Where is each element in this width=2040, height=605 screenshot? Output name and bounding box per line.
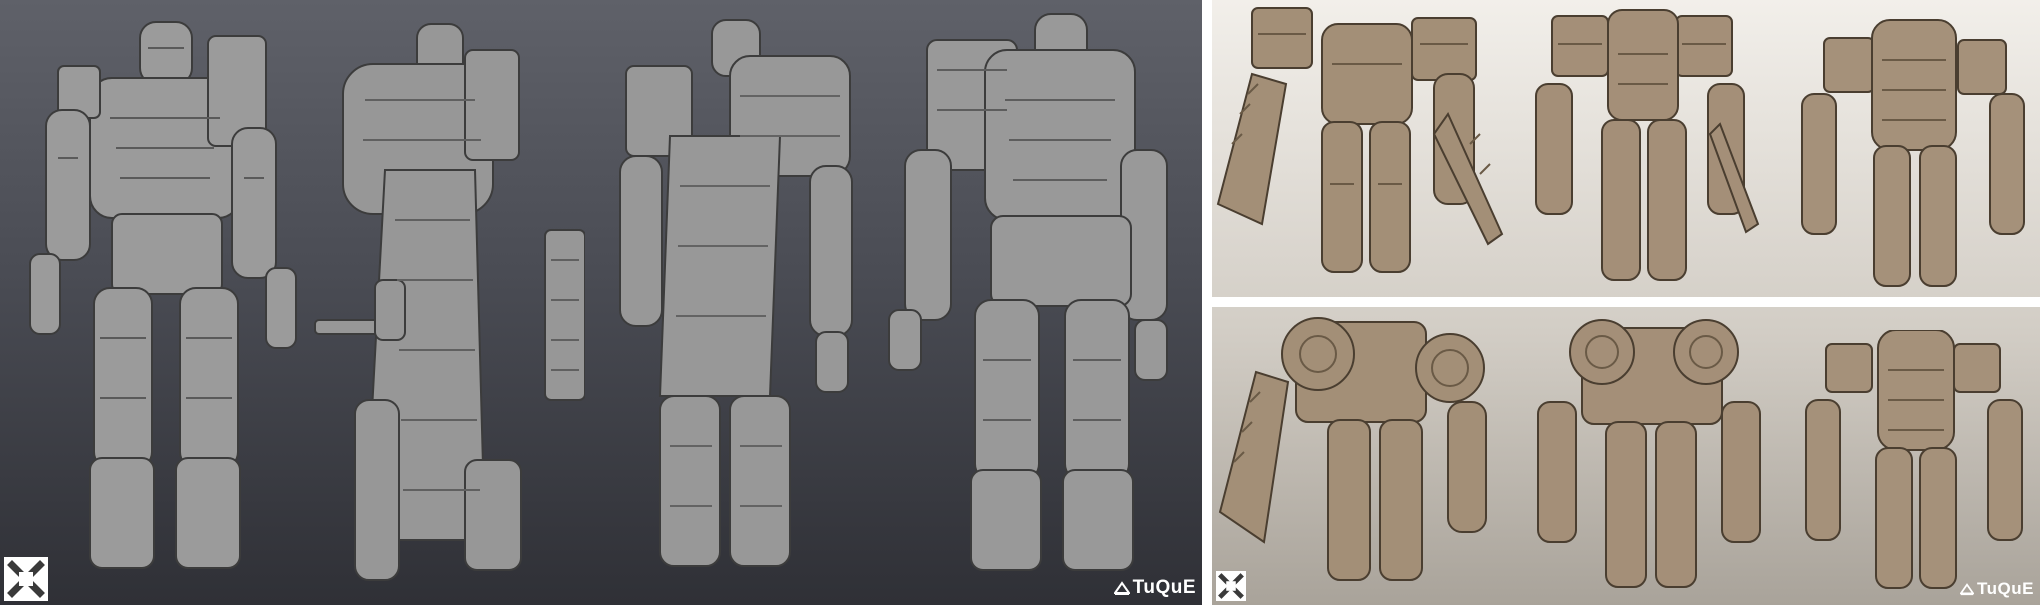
beige-variants-sheet: TuQuE [1212,0,2040,605]
light-mech-variant-bottom [1792,330,2032,600]
studio-watermark: TuQuE [1113,577,1196,599]
grey-turnaround-sheet: TuQuE [0,0,1202,605]
crossed-tools-logo-icon [4,557,48,601]
light-mech-variant-top [1782,10,2032,295]
heavy-mech-variant-medium-bottom [1522,312,1782,602]
armored-figure-side-view [305,20,585,590]
heavy-mech-variant-large-top [1212,4,1512,294]
studio-watermark-text: TuQuE [1132,577,1196,598]
studio-watermark: TuQuE [1960,579,2034,599]
row-divider [1212,297,2040,307]
heavy-mech-variant-large-bottom [1212,312,1522,602]
armored-figure-back-view [600,16,880,586]
crossed-tools-logo-icon [1216,571,1246,601]
armored-figure-rear-view [885,10,1185,585]
armored-figure-front-view [20,18,310,588]
studio-watermark-text: TuQuE [1977,579,2034,598]
studio-hat-icon [1960,583,1975,596]
studio-hat-icon [1113,581,1130,595]
heavy-mech-variant-medium-top [1522,4,1782,294]
sheet-divider [1202,0,1212,605]
